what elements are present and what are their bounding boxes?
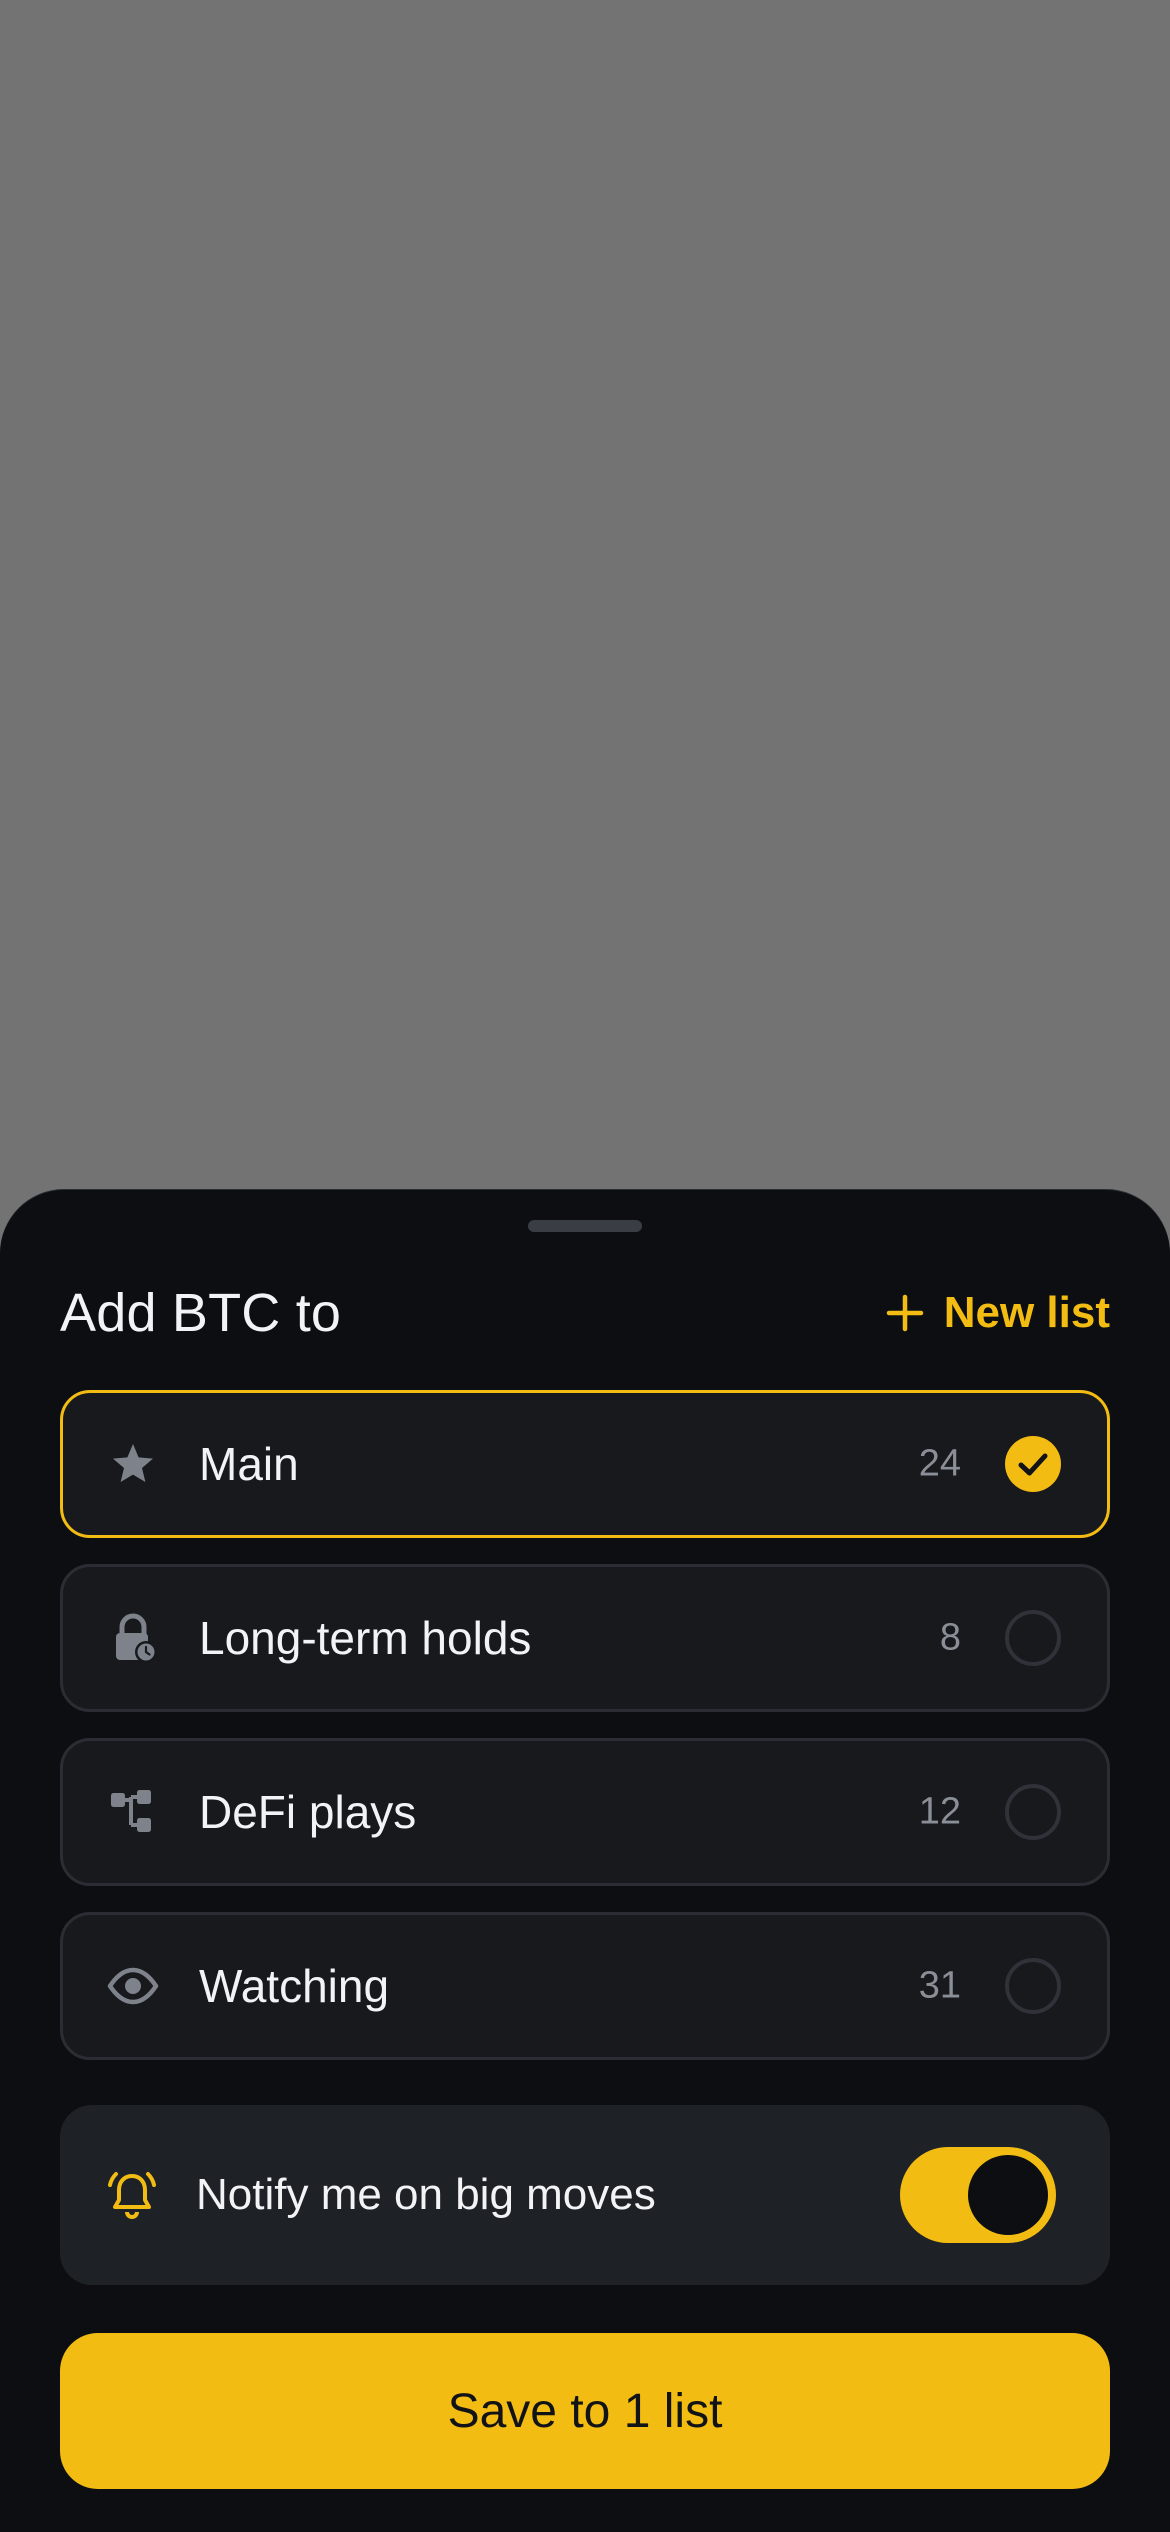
sheet-title: Add BTC to	[60, 1283, 342, 1343]
notify-setting: Notify me on big moves	[60, 2105, 1110, 2285]
plus-icon	[886, 1294, 923, 1332]
star-icon	[113, 1444, 153, 1482]
toggle-knob	[968, 2155, 1048, 2235]
new-list-label: New list	[943, 1288, 1110, 1337]
list-option-defi-plays[interactable]: DeFi plays 12	[60, 1738, 1110, 1886]
unselected-checkbox[interactable]	[1005, 1610, 1061, 1666]
list-option-label: DeFi plays	[199, 1786, 417, 1838]
list-option-main[interactable]: Main 24	[60, 1390, 1110, 1538]
list-option-watching[interactable]: Watching 31	[60, 1912, 1110, 2060]
bottom-sheet: Add BTC to New list Main 24 Long-term ho…	[0, 1190, 1170, 2532]
lock-clock-icon	[116, 1613, 157, 1663]
list-option-count: 12	[918, 1790, 961, 1833]
list-option-label: Long-term holds	[199, 1612, 532, 1664]
checkmark-icon	[1018, 1453, 1048, 1476]
new-list-button[interactable]: New list	[886, 1288, 1110, 1338]
list-option-count: 24	[918, 1442, 961, 1485]
list-option-count: 8	[939, 1616, 961, 1659]
hierarchy-icon	[111, 1790, 151, 1832]
list-option-long-term-holds[interactable]: Long-term holds 8	[60, 1564, 1110, 1712]
selected-checkbox[interactable]	[1005, 1436, 1061, 1492]
list-option-label: Main	[199, 1438, 299, 1490]
list-option-label: Watching	[199, 1960, 390, 2012]
save-button[interactable]: Save to 1 list	[60, 2333, 1110, 2489]
notify-toggle[interactable]	[900, 2147, 1056, 2243]
list-option-count: 31	[918, 1964, 961, 2007]
notify-label: Notify me on big moves	[196, 2170, 656, 2219]
eye-icon	[107, 1967, 159, 2005]
bell-ringing-icon	[108, 2172, 156, 2219]
unselected-checkbox[interactable]	[1005, 1958, 1061, 2014]
drag-handle[interactable]	[528, 1220, 642, 1232]
unselected-checkbox[interactable]	[1005, 1784, 1061, 1840]
watchlist-options: Main 24 Long-term holds 8 DeFi plays 12 …	[60, 1390, 1110, 2086]
